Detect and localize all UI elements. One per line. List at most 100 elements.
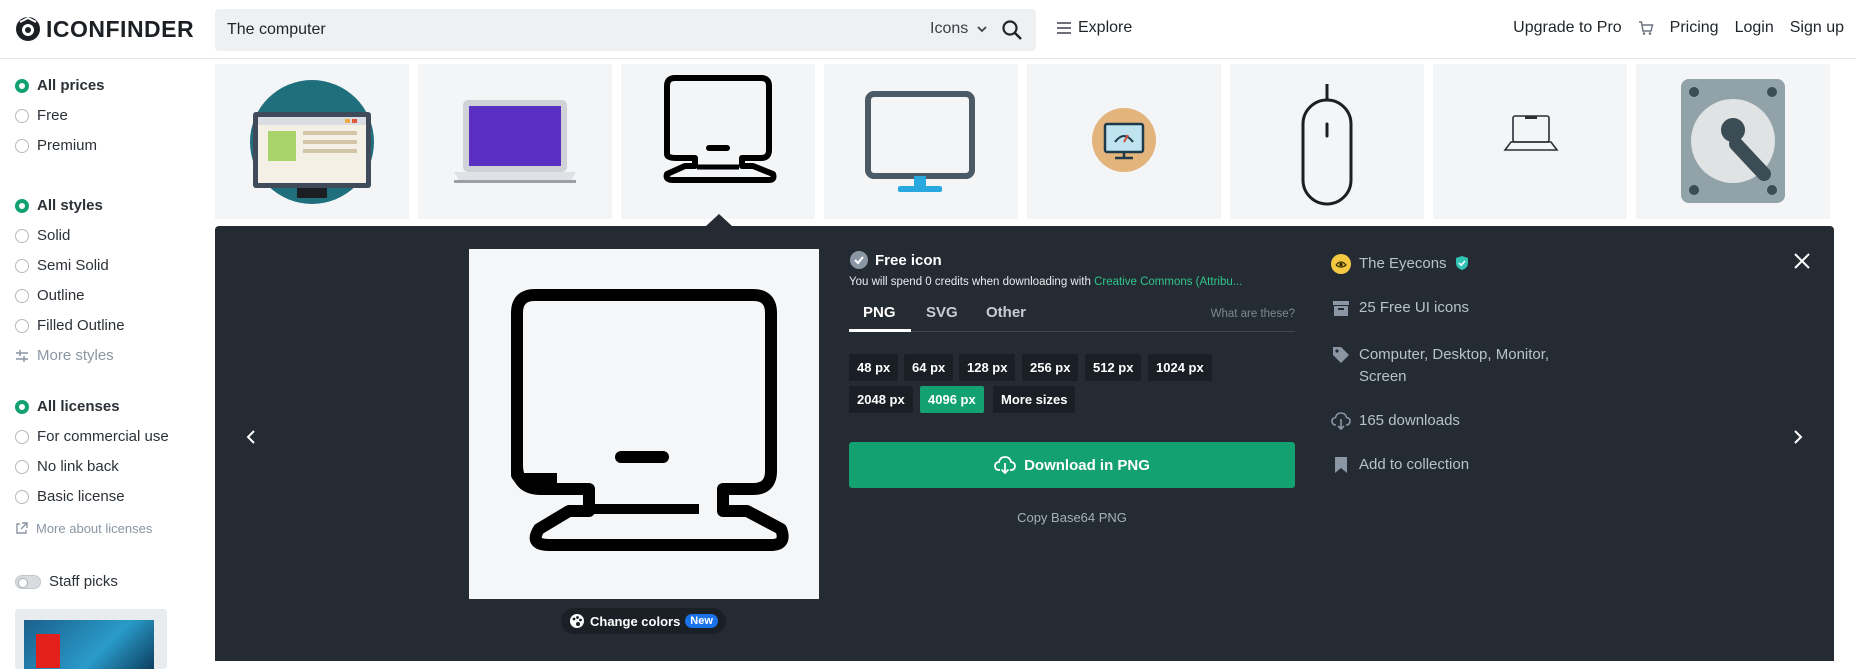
copy-base64-button[interactable]: Copy Base64 PNG xyxy=(849,510,1295,525)
search-type-label: Icons xyxy=(930,20,969,37)
search-icon[interactable] xyxy=(1000,18,1024,42)
size-option[interactable]: 128 px xyxy=(959,354,1016,381)
search-type-dropdown[interactable]: Icons xyxy=(930,20,988,38)
monitor-browser-icon xyxy=(250,80,374,204)
add-to-collection-label: Add to collection xyxy=(1359,456,1470,473)
filter-outline[interactable]: Outline xyxy=(15,287,85,304)
monitor-outline-icon xyxy=(511,289,789,551)
formats-help-link[interactable]: What are these? xyxy=(1211,308,1295,320)
author-avatar-icon xyxy=(1331,254,1351,274)
signup-link[interactable]: Sign up xyxy=(1790,19,1844,37)
icon-thumbnail[interactable] xyxy=(1636,64,1830,219)
more-licenses-link[interactable]: More about licenses xyxy=(15,521,152,536)
downloads-text: 165 downloads xyxy=(1359,412,1460,429)
size-option[interactable]: 256 px xyxy=(1022,354,1079,381)
filter-label: Outline xyxy=(37,287,85,304)
size-option[interactable]: 48 px xyxy=(849,354,899,381)
size-option[interactable]: 512 px xyxy=(1085,354,1142,381)
search-input[interactable] xyxy=(227,20,907,40)
hamburger-icon xyxy=(1057,22,1071,34)
verified-shield-icon xyxy=(1455,256,1468,270)
icon-thumbnail[interactable] xyxy=(1230,64,1424,219)
filter-free[interactable]: Free xyxy=(15,107,68,124)
more-styles-link[interactable]: More styles xyxy=(15,347,114,364)
filter-label: Basic license xyxy=(37,488,125,505)
filter-all-prices[interactable]: All prices xyxy=(15,77,105,94)
icon-thumbnail[interactable] xyxy=(215,64,409,219)
size-option[interactable]: 64 px xyxy=(904,354,954,381)
tab-png[interactable]: PNG xyxy=(863,304,896,321)
filter-basic-license[interactable]: Basic license xyxy=(15,488,125,505)
filter-filled-outline[interactable]: Filled Outline xyxy=(15,317,125,334)
free-icon-label: Free icon xyxy=(875,251,942,269)
filter-sidebar: All prices Free Premium All styles Solid… xyxy=(0,60,205,661)
iconset-link[interactable]: 25 Free UI icons xyxy=(1359,299,1469,316)
filter-all-styles[interactable]: All styles xyxy=(15,197,103,214)
more-sizes-button[interactable]: More sizes xyxy=(993,386,1076,413)
staff-picks-toggle[interactable]: Staff picks xyxy=(15,573,118,590)
license-link[interactable]: Creative Commons (Attribu... xyxy=(1094,276,1242,288)
bookmark-icon xyxy=(1335,457,1347,473)
tab-other[interactable]: Other xyxy=(986,304,1026,321)
pricing-link[interactable]: Pricing xyxy=(1670,19,1719,37)
download-label: Download in PNG xyxy=(1024,456,1150,474)
radio-button xyxy=(15,228,29,243)
icon-detail-panel: Change colors New Free icon You will spe… xyxy=(215,226,1834,661)
monitor-gauge-icon xyxy=(1092,108,1156,172)
tags-text: Computer, Desktop, Monitor, Screen xyxy=(1359,346,1550,385)
filter-all-licenses[interactable]: All licenses xyxy=(15,398,120,415)
laptop-icon xyxy=(454,100,576,183)
chevron-down-icon xyxy=(977,26,987,33)
download-png-button[interactable]: Download in PNG xyxy=(849,442,1295,488)
size-option[interactable]: 2048 px xyxy=(849,386,913,413)
filter-label: Filled Outline xyxy=(37,317,125,334)
explore-label: Explore xyxy=(1078,19,1133,36)
format-tabs: PNG SVG Other What are these? xyxy=(849,298,1295,332)
filter-label: All licenses xyxy=(37,398,120,415)
filter-no-link-back[interactable]: No link back xyxy=(15,458,119,475)
close-icon[interactable] xyxy=(1790,249,1814,273)
mouse-icon xyxy=(1301,84,1353,206)
upgrade-link[interactable]: Upgrade to Pro xyxy=(1513,19,1622,37)
icon-thumbnail[interactable] xyxy=(824,64,1018,219)
icon-thumbnail-selected[interactable] xyxy=(621,64,815,219)
filter-label: For commercial use xyxy=(37,428,169,445)
monitor-outline-icon xyxy=(663,75,777,183)
icon-thumbnail[interactable] xyxy=(1433,64,1627,219)
more-styles-label: More styles xyxy=(37,347,114,364)
author-link[interactable]: The Eyecons xyxy=(1359,255,1447,272)
explore-menu[interactable]: Explore xyxy=(1056,19,1132,37)
author-row: The Eyecons xyxy=(1331,254,1469,274)
radio-button xyxy=(15,489,29,504)
add-to-collection-button[interactable]: Add to collection xyxy=(1331,456,1469,475)
size-option[interactable]: 1024 px xyxy=(1148,354,1212,381)
login-link[interactable]: Login xyxy=(1735,19,1774,37)
logo-text: ICONFINDER xyxy=(46,15,195,42)
filter-semi-solid[interactable]: Semi Solid xyxy=(15,257,109,274)
filter-commercial-use[interactable]: For commercial use xyxy=(15,428,169,445)
sidebar-ad[interactable] xyxy=(15,609,167,669)
size-option-selected[interactable]: 4096 px xyxy=(920,386,984,413)
iconfinder-logo[interactable]: ICONFINDER xyxy=(14,14,194,44)
filter-label: All prices xyxy=(37,77,105,94)
tab-svg[interactable]: SVG xyxy=(926,304,958,321)
radio-button xyxy=(15,318,29,333)
chevron-right-icon[interactable] xyxy=(1786,425,1810,449)
tags-row: Computer, Desktop, Monitor, Screen xyxy=(1331,344,1571,388)
radio-button xyxy=(15,138,29,153)
icon-thumbnail[interactable] xyxy=(1027,64,1221,219)
change-colors-button[interactable]: Change colors New xyxy=(561,608,726,634)
filter-label: All styles xyxy=(37,197,103,214)
icon-thumbnail[interactable] xyxy=(418,64,612,219)
iconset-row: 25 Free UI icons xyxy=(1331,299,1469,318)
tag-icon xyxy=(1333,347,1349,363)
verified-badge-icon xyxy=(850,251,868,269)
filter-label: Free xyxy=(37,107,68,124)
radio-button xyxy=(15,288,29,303)
filter-label: Semi Solid xyxy=(37,257,109,274)
filter-solid[interactable]: Solid xyxy=(15,227,70,244)
cart-icon[interactable] xyxy=(1638,20,1654,36)
chevron-left-icon[interactable] xyxy=(239,425,263,449)
external-link-icon xyxy=(16,522,28,534)
filter-premium[interactable]: Premium xyxy=(15,137,97,154)
